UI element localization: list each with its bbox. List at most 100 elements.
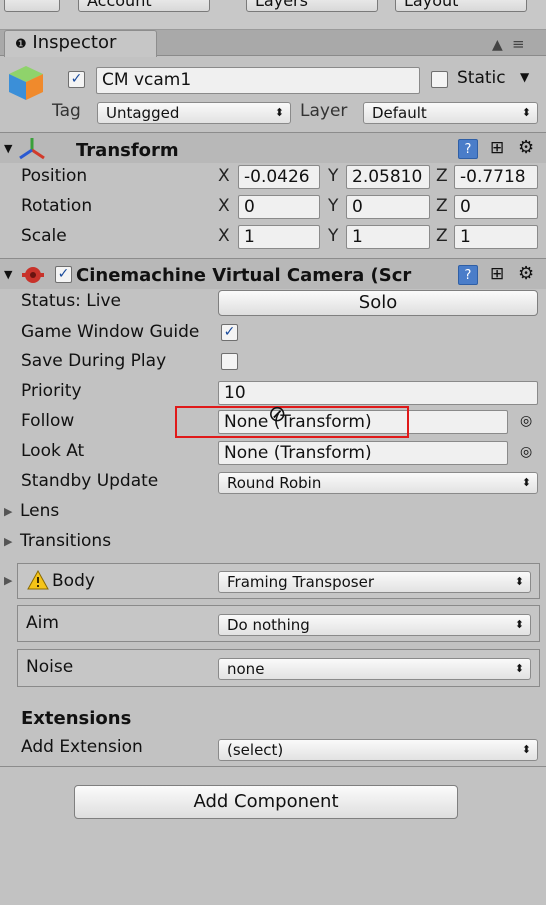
aim-dropdown-arrow-icon: ⬍: [514, 618, 524, 631]
static-dropdown-arrow-icon[interactable]: ▼: [520, 70, 529, 84]
priority-field[interactable]: 10: [218, 381, 538, 405]
layer-dropdown[interactable]: Default ⬍: [363, 102, 538, 124]
position-y-field[interactable]: 2.05810: [346, 165, 430, 189]
body-foldout-arrow-icon[interactable]: ▶: [4, 574, 12, 587]
transform-axis-icon: [18, 136, 46, 162]
look-at-label: Look At: [21, 441, 85, 461]
position-z-label[interactable]: Z: [436, 166, 448, 186]
scale-y-field[interactable]: 1: [346, 225, 430, 249]
noise-value: none: [227, 660, 265, 678]
vcam-title: Cinemachine Virtual Camera (Scr: [76, 265, 412, 286]
account-dropdown-label: Account: [87, 0, 152, 10]
body-label: Body: [52, 571, 95, 591]
tag-dropdown[interactable]: Untagged ⬍: [97, 102, 291, 124]
noise-dropdown-arrow-icon: ⬍: [514, 662, 524, 675]
scale-label: Scale: [21, 226, 67, 246]
standby-update-dropdown[interactable]: Round Robin ⬍: [218, 472, 538, 494]
lens-foldout-arrow-icon[interactable]: ▶: [4, 505, 12, 518]
aim-label: Aim: [26, 613, 59, 633]
scale-y-label[interactable]: Y: [328, 226, 338, 246]
follow-picker-icon[interactable]: ◎: [520, 413, 532, 429]
toolbar-layers-icon-button[interactable]: [4, 0, 60, 12]
status-label: Status: Live: [21, 291, 122, 311]
rotation-y-field[interactable]: 0: [346, 195, 430, 219]
layers-dropdown[interactable]: Layers: [246, 0, 378, 12]
standby-dropdown-arrow-icon: ⬍: [521, 476, 531, 489]
rotation-x-label[interactable]: X: [218, 196, 230, 216]
position-y-label[interactable]: Y: [328, 166, 338, 186]
rotation-y-label[interactable]: Y: [328, 196, 338, 216]
position-label: Position: [21, 166, 88, 186]
noise-label: Noise: [26, 657, 74, 677]
transitions-foldout-label[interactable]: Transitions: [20, 531, 111, 551]
position-z-field[interactable]: -0.7718: [454, 165, 538, 189]
tag-dropdown-arrow-icon: ⬍: [274, 106, 284, 119]
static-checkbox[interactable]: [431, 71, 448, 88]
save-during-play-label: Save During Play: [21, 351, 167, 371]
add-extension-label: Add Extension: [21, 737, 143, 757]
lock-icon[interactable]: ▲: [492, 37, 503, 53]
gear-icon[interactable]: ⚙: [518, 137, 534, 158]
warning-icon: [27, 569, 49, 590]
scale-x-field[interactable]: 1: [238, 225, 320, 249]
scale-z-label[interactable]: Z: [436, 226, 448, 246]
priority-label: Priority: [21, 381, 82, 401]
rotation-z-label[interactable]: Z: [436, 196, 448, 216]
save-during-play-checkbox[interactable]: [221, 353, 238, 370]
standby-update-label: Standby Update: [21, 471, 159, 491]
aim-value: Do nothing: [227, 616, 310, 634]
layer-label: Layer: [300, 101, 348, 121]
vcam-enabled-checkbox[interactable]: ✓: [55, 266, 72, 283]
transitions-foldout-arrow-icon[interactable]: ▶: [4, 535, 12, 548]
account-dropdown[interactable]: Account: [78, 0, 210, 12]
tab-inspector-label: Inspector: [32, 32, 117, 53]
not-allowed-cursor-icon: ⊘: [268, 402, 287, 427]
add-component-button[interactable]: Add Component: [74, 785, 458, 819]
vcam-foldout-arrow-icon[interactable]: ▼: [4, 268, 12, 281]
tag-value: Untagged: [106, 104, 180, 122]
layout-dropdown-label: Layout: [404, 0, 459, 10]
solo-button[interactable]: Solo: [218, 290, 538, 316]
transform-foldout-arrow-icon[interactable]: ▼: [4, 142, 12, 155]
look-at-picker-icon[interactable]: ◎: [520, 444, 532, 460]
aim-dropdown[interactable]: Do nothing ⬍: [218, 614, 531, 636]
look-at-object-field[interactable]: None (Transform): [218, 441, 508, 465]
tab-inspector[interactable]: ❶ Inspector: [4, 30, 157, 57]
layer-dropdown-arrow-icon: ⬍: [521, 106, 531, 119]
rotation-label: Rotation: [21, 196, 93, 216]
body-dropdown[interactable]: Framing Transposer ⬍: [218, 571, 531, 593]
divider: [0, 766, 546, 767]
position-x-field[interactable]: -0.0426: [238, 165, 320, 189]
lens-foldout-label[interactable]: Lens: [20, 501, 59, 521]
game-window-guide-label: Game Window Guide: [21, 322, 200, 342]
layers-dropdown-label: Layers: [255, 0, 308, 10]
gameobject-active-checkbox[interactable]: ✓: [68, 71, 85, 88]
script-camera-icon: [20, 264, 46, 286]
add-extension-value: (select): [227, 741, 284, 759]
highlight-rectangle: [175, 406, 409, 438]
presets-sliders-icon[interactable]: ⊞: [490, 264, 504, 284]
game-window-guide-checkbox[interactable]: ✓: [221, 324, 238, 341]
add-extension-dropdown-arrow-icon: ⬍: [521, 743, 531, 756]
layer-value: Default: [372, 104, 427, 122]
scale-z-field[interactable]: 1: [454, 225, 538, 249]
help-book-icon[interactable]: ?: [458, 139, 478, 159]
info-icon: ❶: [15, 37, 27, 52]
gear-icon[interactable]: ⚙: [518, 263, 534, 284]
help-book-icon[interactable]: ?: [458, 265, 478, 285]
presets-sliders-icon[interactable]: ⊞: [490, 138, 504, 158]
scale-x-label[interactable]: X: [218, 226, 230, 246]
gameobject-name-field[interactable]: CM vcam1: [96, 67, 420, 94]
tab-menu-icon[interactable]: ≡: [512, 35, 525, 53]
standby-update-value: Round Robin: [227, 474, 322, 492]
rotation-x-field[interactable]: 0: [238, 195, 320, 219]
add-extension-dropdown[interactable]: (select) ⬍: [218, 739, 538, 761]
noise-dropdown[interactable]: none ⬍: [218, 658, 531, 680]
body-dropdown-arrow-icon: ⬍: [514, 575, 524, 588]
static-label: Static: [457, 68, 506, 88]
transform-title: Transform: [76, 140, 179, 161]
tag-label: Tag: [52, 101, 81, 121]
layout-dropdown[interactable]: Layout: [395, 0, 527, 12]
position-x-label[interactable]: X: [218, 166, 230, 186]
rotation-z-field[interactable]: 0: [454, 195, 538, 219]
